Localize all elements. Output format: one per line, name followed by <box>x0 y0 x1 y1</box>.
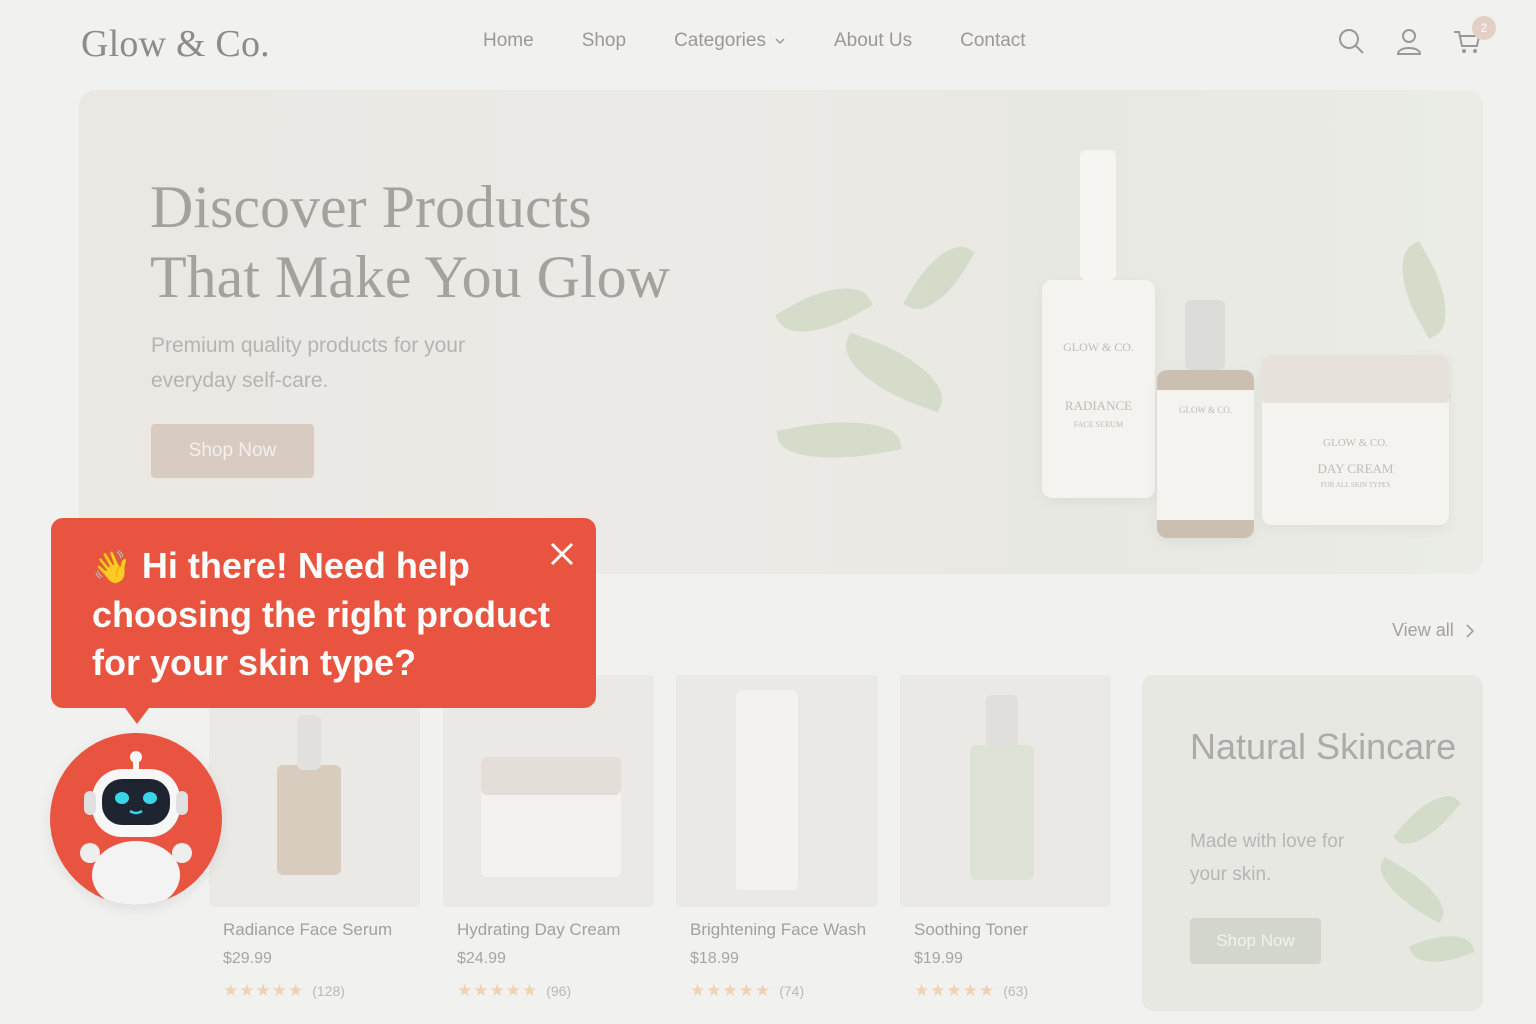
product-name: Brightening Face Wash <box>690 920 867 939</box>
leaf-decoration <box>1384 241 1464 339</box>
user-icon <box>1396 29 1422 55</box>
hero-shop-now-button[interactable]: Shop Now <box>151 424 314 478</box>
wave-icon: 👋 <box>92 549 132 585</box>
site-header: Glow & Co. Home Shop Categories About Us… <box>0 0 1536 88</box>
product-image <box>443 675 654 907</box>
leaf-decoration <box>1393 783 1461 857</box>
product-name: Radiance Face Serum <box>223 920 393 939</box>
product-image <box>676 675 878 907</box>
main-nav: Home Shop Categories About Us Contact <box>483 30 1074 52</box>
product-rating: ★★★★★ (128) <box>223 981 345 1000</box>
nav-shop[interactable]: Shop <box>582 30 626 52</box>
product-card[interactable]: Brightening Face Wash $18.99 ★★★★★ (74) <box>676 675 878 1015</box>
view-all-link[interactable]: View all <box>1392 620 1476 641</box>
star-rating-icon: ★★★★★ <box>690 981 772 1000</box>
promo-subtitle: Made with love for your skin. <box>1190 831 1345 885</box>
chat-greeting-bubble: 👋 Hi there! Need help choosing the right … <box>51 518 596 724</box>
leaf-decoration <box>834 332 954 413</box>
promo-shop-now-button[interactable]: Shop Now <box>1190 918 1321 964</box>
search-icon <box>1339 29 1364 54</box>
chevron-right-icon <box>1466 623 1474 638</box>
product-name: Hydrating Day Cream <box>457 920 621 939</box>
product-image <box>209 675 420 907</box>
product-card[interactable]: Hydrating Day Cream $24.99 ★★★★★ (96) <box>443 675 654 1015</box>
brand-logo[interactable]: Glow & Co. <box>81 22 270 66</box>
chatbot-launcher-button[interactable] <box>50 733 222 905</box>
nav-home[interactable]: Home <box>483 30 534 52</box>
star-rating-icon: ★★★★★ <box>223 981 305 1000</box>
product-price: $24.99 <box>457 950 506 967</box>
chat-greeting-text: 👋 Hi there! Need help choosing the right … <box>92 545 550 683</box>
leaf-decoration <box>903 234 975 322</box>
hero-title: Discover Products That Make You Glow <box>150 174 670 310</box>
product-price: $19.99 <box>914 950 963 967</box>
nav-about[interactable]: About Us <box>834 30 912 52</box>
product-name: Soothing Toner <box>914 920 1029 939</box>
product-price: $29.99 <box>223 950 272 967</box>
product-rating: ★★★★★ (74) <box>690 981 805 1000</box>
account-button[interactable] <box>1394 26 1424 58</box>
header-actions: 2 <box>1308 16 1496 58</box>
product-rating: ★★★★★ (96) <box>457 981 572 1000</box>
promo-title: Natural Skincare <box>1190 726 1457 767</box>
product-image <box>900 675 1111 907</box>
product-jar-day-cream: GLOW & CO. DAY CREAM FOR ALL SKIN TYPES <box>1262 355 1449 525</box>
hero-subtitle: Premium quality products for your everyd… <box>151 334 465 392</box>
leaf-decoration <box>1409 925 1475 973</box>
cart-button[interactable]: 2 <box>1452 16 1496 58</box>
star-rating-icon: ★★★★★ <box>457 981 539 1000</box>
search-button[interactable] <box>1336 26 1366 58</box>
product-price: $18.99 <box>690 950 739 967</box>
product-bottle-dropper: GLOW & CO. <box>1157 300 1254 538</box>
nav-categories[interactable]: Categories <box>674 30 786 52</box>
product-card[interactable]: Radiance Face Serum $29.99 ★★★★★ (128) <box>209 675 420 1015</box>
robot-icon <box>80 751 192 905</box>
leaf-decoration <box>776 409 902 471</box>
cart-count-badge: 2 <box>1472 16 1496 40</box>
promo-card-natural-skincare: Natural Skincare Made with love for your… <box>1142 675 1483 1011</box>
product-rating: ★★★★★ (63) <box>914 981 1029 1000</box>
leaf-decoration <box>1369 857 1455 923</box>
close-icon[interactable] <box>548 540 576 568</box>
hero-banner: Discover Products That Make You Glow Pre… <box>79 90 1483 574</box>
chevron-down-icon <box>775 38 785 45</box>
product-bottle-serum: GLOW & CO. RADIANCE FACE SERUM <box>1042 150 1155 498</box>
star-rating-icon: ★★★★★ <box>914 981 996 1000</box>
nav-contact[interactable]: Contact <box>960 30 1025 52</box>
product-card[interactable]: Soothing Toner $19.99 ★★★★★ (63) <box>900 675 1111 1015</box>
